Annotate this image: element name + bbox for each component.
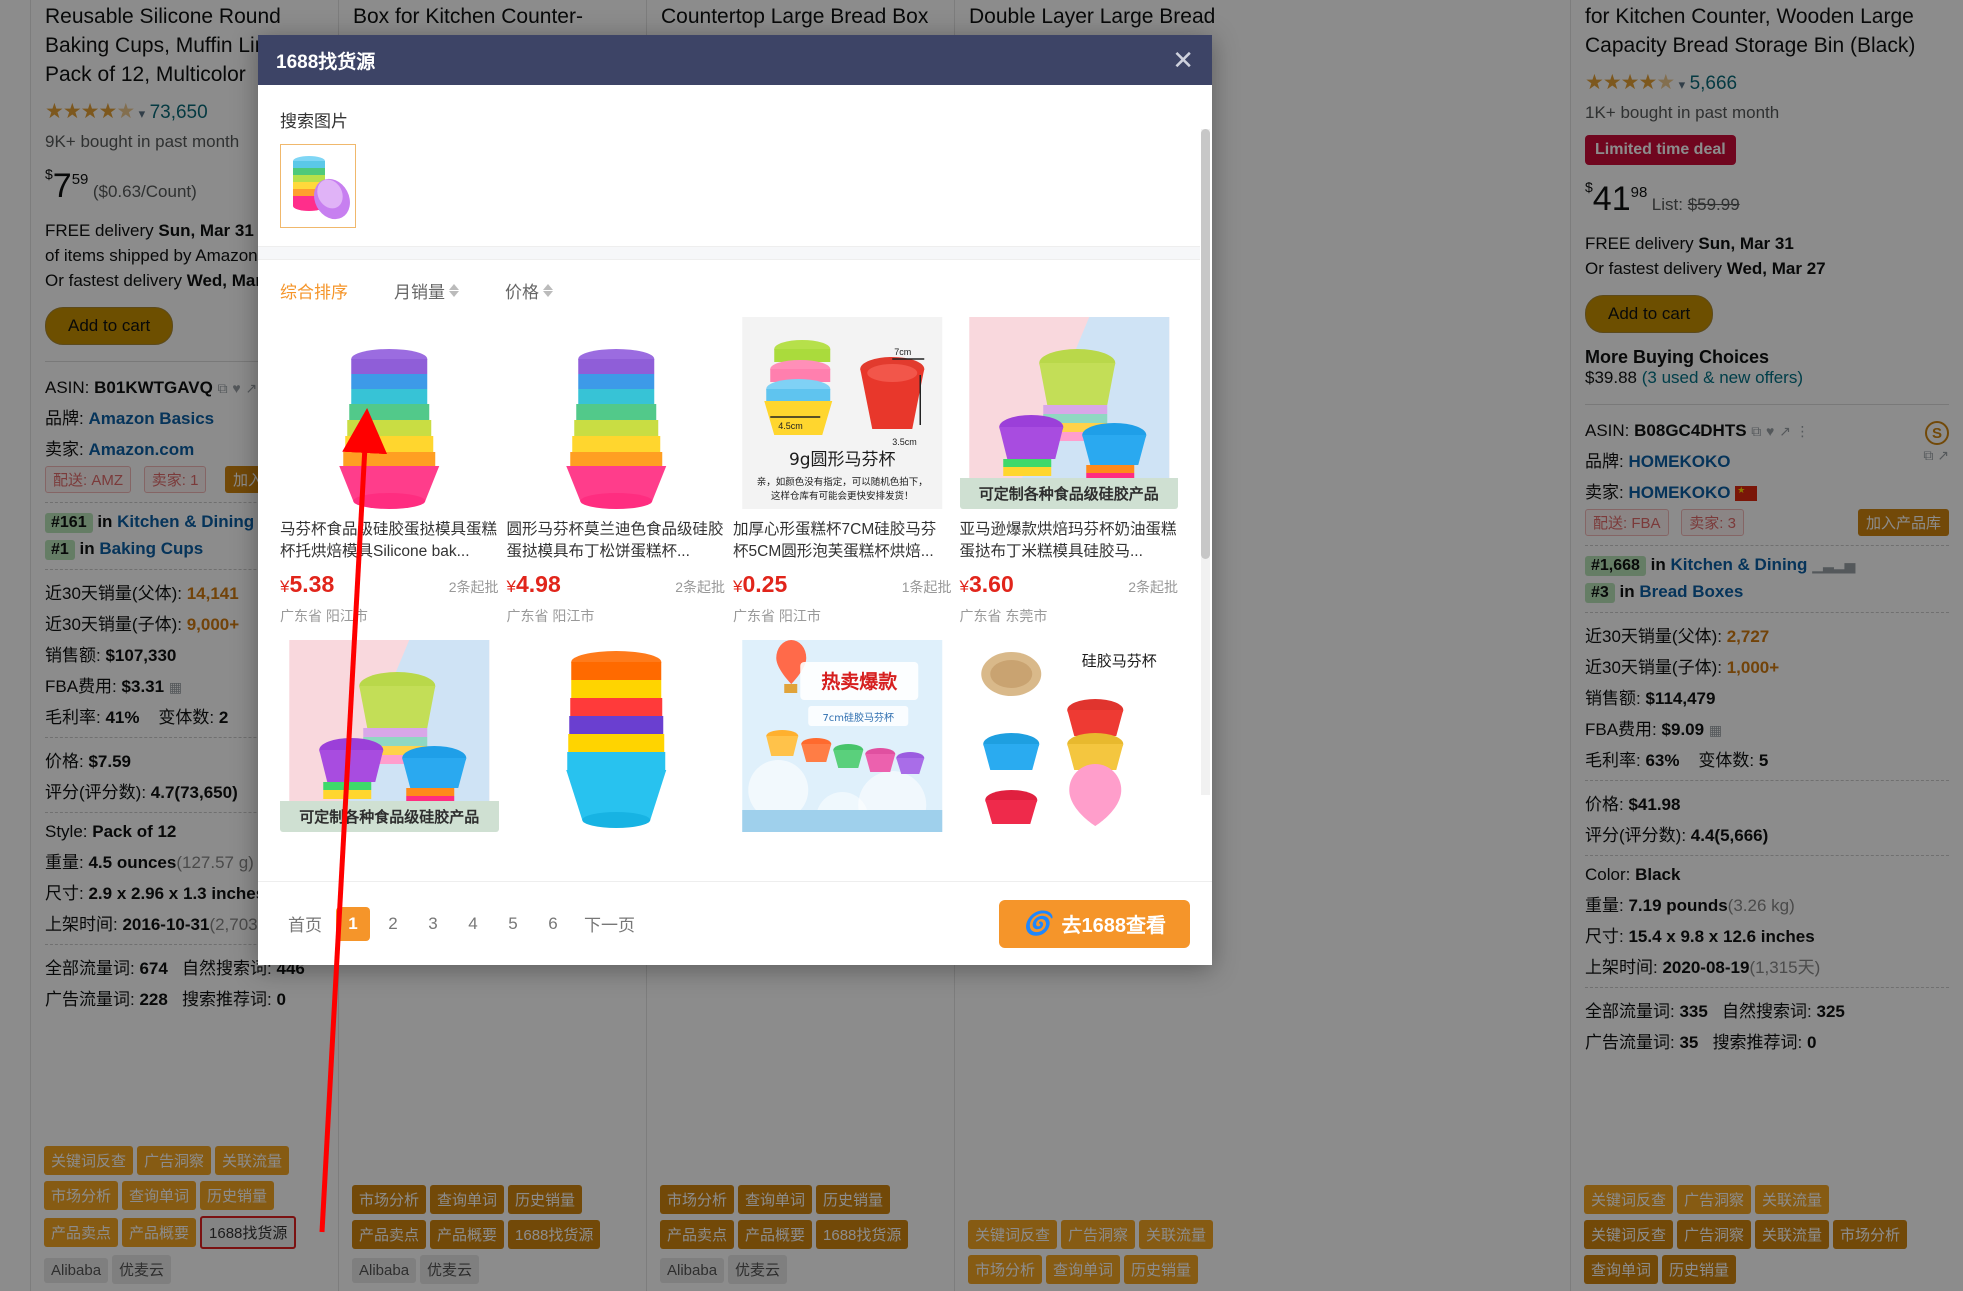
rainbow-cups-image — [289, 317, 490, 509]
pagination-page-2[interactable]: 2 — [376, 907, 410, 941]
section-divider — [258, 246, 1200, 260]
pagination-first-page[interactable]: 首页 — [280, 907, 330, 941]
product-image[interactable]: 4.5cm 3.5cm 7cm 9g圆形马芬杯 亲，如颜色没有指定，可以随机色拍… — [733, 317, 952, 509]
modal-header: 1688找货源 ✕ — [258, 35, 1212, 85]
product-image[interactable]: 可定制各种食品级硅胶产品 — [959, 317, 1178, 509]
modal-scroll-area: 搜索图片 综合排序 月销量 价格 马芬杯食品级硅胶蛋挞模具蛋糕杯托烘焙模具Sil… — [258, 85, 1200, 881]
product-card-price: ¥5.38 — [280, 571, 334, 598]
supplier-location: 广东省 东莞市 — [959, 608, 1048, 624]
product-card-price-row: ¥4.98 2条起批 — [507, 571, 726, 598]
price-value: 3.60 — [968, 571, 1014, 597]
pagination: 首页 1 2 3 4 5 6 下一页 — [280, 906, 643, 941]
sort-arrows-icon[interactable] — [543, 284, 553, 297]
customizable-badge: 可定制各种食品级硅胶产品 — [959, 478, 1178, 509]
customizable-badge: 可定制各种食品级硅胶产品 — [280, 801, 499, 832]
search-image-section: 搜索图片 — [258, 85, 1200, 246]
sort-option-label: 月销量 — [394, 283, 445, 302]
go-to-1688-button[interactable]: 🌀 去1688查看 — [998, 899, 1190, 948]
pagination-page-5[interactable]: 5 — [496, 907, 530, 941]
minimum-order-quantity: 1条起批 — [901, 579, 952, 595]
product-image[interactable]: 可定制各种食品级硅胶产品 — [280, 640, 499, 832]
product-card-title[interactable]: 马芬杯食品级硅胶蛋挞模具蛋糕杯托烘焙模具Silicone bak... — [280, 519, 499, 563]
product-card-price: ¥0.25 — [733, 571, 787, 598]
product-image[interactable] — [507, 640, 726, 832]
product-card-price-row: ¥3.60 2条起批 — [960, 571, 1179, 598]
minimum-order-quantity: 2条起批 — [675, 579, 725, 595]
close-icon[interactable]: ✕ — [1172, 47, 1194, 73]
results-grid: 马芬杯食品级硅胶蛋挞模具蛋糕杯托烘焙模具Silicone bak... ¥5.38… — [258, 317, 1200, 846]
product-card[interactable] — [507, 640, 726, 846]
svg-text:这样仓库有可能会更快安排发货！: 这样仓库有可能会更快安排发货！ — [771, 490, 914, 502]
go-to-1688-label: 去1688查看 — [1061, 915, 1167, 937]
product-card-price: ¥4.98 — [507, 571, 561, 598]
sort-option-label: 综合排序 — [280, 283, 348, 302]
sort-option-label: 价格 — [505, 283, 539, 302]
product-card[interactable]: 可定制各种食品级硅胶产品亚马逊爆款烘焙玛芬杯奶油蛋糕蛋挞布丁米糕模具硅胶马...… — [959, 317, 1179, 640]
svg-text:亲，如颜色没有指定，可以随机色拍下，: 亲，如颜色没有指定，可以随机色拍下， — [757, 476, 928, 488]
sort-bar: 综合排序 月销量 价格 — [258, 260, 1200, 317]
pagination-next-page[interactable]: 下一页 — [576, 907, 643, 941]
modal-footer: 首页 1 2 3 4 5 6 下一页 🌀 去1688查看 — [258, 881, 1212, 965]
currency-symbol: ¥ — [506, 577, 516, 596]
alibaba-logo: 🌀 — [1022, 911, 1052, 936]
product-card[interactable]: 可定制各种食品级硅胶产品 — [280, 640, 499, 846]
minimum-order-quantity: 2条起批 — [448, 579, 499, 595]
product-image[interactable]: 硅胶马芬杯 — [960, 640, 1179, 832]
sort-option-2[interactable]: 价格 — [505, 278, 553, 303]
price-value: 0.25 — [742, 571, 788, 597]
supplier-location: 广东省 阳江市 — [733, 608, 821, 624]
grid-cups-image: 硅胶马芬杯 — [968, 640, 1169, 832]
pagination-page-1[interactable]: 1 — [336, 906, 370, 941]
currency-symbol: ¥ — [959, 577, 969, 596]
product-card[interactable]: 圆形马芬杯莫兰迪色食品级硅胶蛋挞模具布丁松饼蛋糕杯... ¥4.98 2条起批广东省… — [506, 317, 726, 640]
modal-scrollbar-track[interactable] — [1201, 129, 1210, 795]
svg-text:硅胶马芬杯: 硅胶马芬杯 — [1081, 652, 1156, 670]
svg-text:热卖爆款: 热卖爆款 — [821, 670, 898, 693]
product-card-title[interactable]: 圆形马芬杯莫兰迪色食品级硅胶蛋挞模具布丁松饼蛋糕杯... — [507, 519, 726, 563]
pagination-page-4[interactable]: 4 — [456, 907, 490, 941]
product-card[interactable]: 热卖爆款 7cm硅胶马芬杯 — [733, 640, 952, 846]
price-value: 5.38 — [289, 571, 335, 597]
modal-scrollbar-thumb[interactable] — [1201, 129, 1210, 559]
product-card[interactable]: 硅胶马芬杯 — [960, 640, 1179, 846]
product-card[interactable]: 4.5cm 3.5cm 7cm 9g圆形马芬杯 亲，如颜色没有指定，可以随机色拍… — [733, 317, 952, 640]
product-image[interactable] — [507, 317, 726, 509]
product-image[interactable]: 热卖爆款 7cm硅胶马芬杯 — [733, 640, 952, 832]
pagination-page-6[interactable]: 6 — [536, 907, 570, 941]
search-image-thumbnail[interactable] — [280, 144, 356, 228]
price-value: 4.98 — [515, 571, 561, 597]
sort-option-1[interactable]: 月销量 — [394, 278, 459, 303]
product-card-price-row: ¥0.25 1条起批 — [733, 571, 952, 598]
sort-arrows-icon[interactable] — [449, 284, 459, 297]
product-image[interactable] — [280, 317, 499, 509]
product-spec-image: 4.5cm 3.5cm 7cm 9g圆形马芬杯 亲，如颜色没有指定，可以随机色拍… — [742, 317, 943, 509]
pagination-page-3[interactable]: 3 — [416, 907, 450, 941]
product-card-title[interactable]: 亚马逊爆款烘焙玛芬杯奶油蛋糕蛋挞布丁米糕模具硅胶马... — [960, 519, 1179, 563]
search-image-label: 搜索图片 — [280, 112, 348, 131]
product-card-price: ¥3.60 — [960, 571, 1014, 598]
supplier-location: 广东省 阳江市 — [506, 608, 595, 624]
find-supplier-modal: 1688找货源 ✕ 搜索图片 综合排序 月销量 价格 马芬杯食品级硅胶蛋挞模具蛋… — [258, 35, 1212, 965]
svg-text:7cm: 7cm — [894, 347, 911, 357]
supplier-location: 广东省 阳江市 — [280, 608, 368, 624]
modal-title: 1688找货源 — [276, 51, 376, 73]
promo-banner-image: 热卖爆款 7cm硅胶马芬杯 — [742, 640, 943, 832]
rainbow-tall-cups-image — [515, 640, 716, 832]
product-card-title[interactable]: 加厚心形蛋糕杯7CM硅胶马芬杯5CM圆形泡芙蛋糕杯烘焙... — [733, 519, 952, 563]
product-card-price-row: ¥5.38 2条起批 — [280, 571, 499, 598]
svg-text:4.5cm: 4.5cm — [778, 421, 803, 431]
baking-cups-icon — [293, 156, 350, 220]
svg-text:7cm硅胶马芬杯: 7cm硅胶马芬杯 — [822, 711, 894, 724]
svg-text:3.5cm: 3.5cm — [892, 437, 917, 447]
modal-body: 搜索图片 综合排序 月销量 价格 马芬杯食品级硅胶蛋挞模具蛋糕杯托烘焙模具Sil… — [258, 85, 1212, 881]
rainbow-cups-image — [515, 317, 716, 509]
minimum-order-quantity: 2条起批 — [1128, 579, 1178, 595]
sort-option-0[interactable]: 综合排序 — [280, 278, 348, 303]
svg-text:9g圆形马芬杯: 9g圆形马芬杯 — [789, 450, 896, 470]
product-card[interactable]: 马芬杯食品级硅胶蛋挞模具蛋糕杯托烘焙模具Silicone bak... ¥5.38… — [280, 317, 499, 640]
